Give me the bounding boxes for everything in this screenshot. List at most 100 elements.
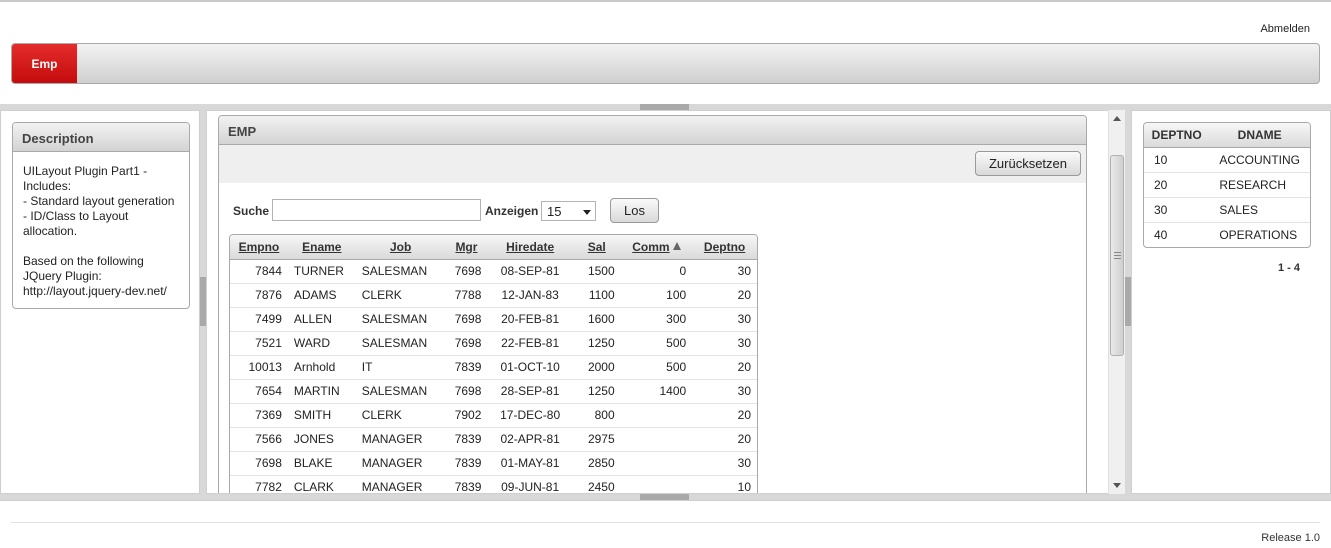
cell-comm: 500 — [620, 355, 693, 380]
cell-job: MANAGER — [355, 427, 446, 452]
cell-sal: 1250 — [572, 379, 621, 404]
cell-job: SALESMAN — [355, 307, 446, 332]
column-header-deptno[interactable]: Deptno — [692, 235, 757, 260]
cell-deptno: 20 — [692, 283, 757, 308]
cell-ename: ALLEN — [287, 307, 356, 332]
column-header-comm-label: Comm — [632, 239, 670, 254]
cell-mgr: 7902 — [445, 403, 488, 428]
cell-dname: ACCOUNTING — [1209, 147, 1310, 173]
cell-ename: Arnhold — [287, 355, 356, 380]
table-row: 7844 TURNER SALESMAN 7698 08-SEP-81 1500 0 30 — [230, 259, 757, 284]
emp-table-container: Empno Ename Job Mgr Hiredate Sal Comm De… — [229, 234, 758, 493]
cell-sal: 2450 — [572, 475, 621, 493]
cell-dname: RESEARCH — [1209, 172, 1310, 198]
column-header-empno[interactable]: Empno — [230, 235, 288, 260]
dept-table-body: 10 ACCOUNTING 20 RESEARCH 30 SALES 40 OPERATION… — [1144, 147, 1310, 247]
cell-job: CLERK — [355, 403, 446, 428]
search-bar: Suche Anzeigen 15 Los — [233, 198, 833, 224]
column-header-dname: DNAME — [1209, 123, 1310, 148]
cell-job: MANAGER — [355, 451, 446, 476]
table-row: 7499 ALLEN SALESMAN 7698 20-FEB-81 1600 300 30 — [230, 307, 757, 332]
cell-empno: 7782 — [230, 475, 288, 493]
cell-deptno: 20 — [692, 427, 757, 452]
center-region: EMP Zurücksetzen Suche Anzeigen 15 Los E… — [206, 110, 1125, 494]
cell-sal: 1250 — [572, 331, 621, 356]
cell-deptno: 20 — [1144, 172, 1210, 198]
tab-bar: Emp — [11, 43, 1320, 84]
column-header-ename[interactable]: Ename — [287, 235, 356, 260]
cell-empno: 7654 — [230, 379, 288, 404]
cell-mgr: 7698 — [445, 331, 488, 356]
emp-region-title: EMP — [219, 116, 1086, 145]
scroll-up-arrow-icon[interactable] — [1113, 116, 1121, 121]
cell-comm: 1400 — [620, 379, 693, 404]
cell-hiredate: 12-JAN-83 — [487, 283, 573, 308]
dept-table-header-row: DEPTNO DNAME — [1144, 123, 1310, 148]
table-row: 40 OPERATIONS — [1144, 222, 1310, 247]
column-header-sal[interactable]: Sal — [572, 235, 621, 260]
cell-hiredate: 20-FEB-81 — [487, 307, 573, 332]
table-row: 30 SALES — [1144, 197, 1310, 223]
cell-mgr: 7839 — [445, 475, 488, 493]
cell-comm: 100 — [620, 283, 693, 308]
cell-mgr: 7698 — [445, 259, 488, 284]
emp-report-region: EMP Zurücksetzen Suche Anzeigen 15 Los E… — [218, 115, 1087, 493]
column-header-hiredate[interactable]: Hiredate — [487, 235, 573, 260]
reset-button[interactable]: Zurücksetzen — [975, 151, 1081, 176]
footer-divider — [11, 522, 1320, 523]
dept-table: DEPTNO DNAME 10 ACCOUNTING 20 RESEARCH 30 SAL… — [1144, 123, 1310, 247]
table-row: 7698 BLAKE MANAGER 7839 01-MAY-81 2850 30 — [230, 451, 757, 476]
logout-link[interactable]: Abmelden — [1260, 23, 1310, 35]
column-header-comm[interactable]: Comm — [620, 235, 693, 260]
footer-region: Release 1.0 — [0, 500, 1331, 548]
cell-empno: 7844 — [230, 259, 288, 284]
cell-sal: 2850 — [572, 451, 621, 476]
cell-deptno: 20 — [692, 355, 757, 380]
cell-mgr: 7698 — [445, 307, 488, 332]
pagination-label: 1 - 4 — [1278, 262, 1301, 274]
cell-mgr: 7839 — [445, 355, 488, 380]
column-header-mgr[interactable]: Mgr — [445, 235, 488, 260]
cell-ename: SMITH — [287, 403, 356, 428]
cell-ename: JONES — [287, 427, 356, 452]
cell-comm: 0 — [620, 259, 693, 284]
cell-ename: TURNER — [287, 259, 356, 284]
cell-deptno: 20 — [692, 403, 757, 428]
cell-empno: 7369 — [230, 403, 288, 428]
cell-hiredate: 01-OCT-10 — [487, 355, 573, 380]
cell-sal: 2975 — [572, 427, 621, 452]
cell-deptno: 30 — [1144, 197, 1210, 223]
dept-table-container: DEPTNO DNAME 10 ACCOUNTING 20 RESEARCH 30 SAL… — [1143, 122, 1311, 248]
cell-mgr: 7698 — [445, 379, 488, 404]
rows-per-page-select[interactable]: 15 — [541, 201, 596, 221]
table-row: 10013 Arnhold IT 7839 01-OCT-10 2000 500 20 — [230, 355, 757, 380]
description-box: Description UILayout Plugin Part1 - Incl… — [12, 122, 190, 309]
cell-mgr: 7788 — [445, 283, 488, 308]
grip-icon — [1114, 252, 1121, 259]
emp-toolbar: Zurücksetzen — [219, 145, 1086, 183]
center-scrollbar[interactable] — [1108, 110, 1125, 494]
cell-comm — [620, 475, 693, 493]
cell-empno: 7876 — [230, 283, 288, 308]
cell-job: SALESMAN — [355, 379, 446, 404]
scrollbar-thumb[interactable] — [1110, 155, 1124, 356]
tab-emp[interactable]: Emp — [12, 44, 77, 83]
table-row: 10 ACCOUNTING — [1144, 147, 1310, 173]
search-input[interactable] — [272, 199, 481, 221]
cell-hiredate: 01-MAY-81 — [487, 451, 573, 476]
emp-table-body: 7844 TURNER SALESMAN 7698 08-SEP-81 1500 0 30 78… — [230, 259, 757, 493]
cell-hiredate: 08-SEP-81 — [487, 259, 573, 284]
cell-mgr: 7839 — [445, 427, 488, 452]
cell-hiredate: 17-DEC-80 — [487, 403, 573, 428]
cell-empno: 7521 — [230, 331, 288, 356]
cell-ename: CLARK — [287, 475, 356, 493]
cell-ename: ADAMS — [287, 283, 356, 308]
scroll-down-arrow-icon[interactable] — [1113, 483, 1121, 488]
east-region: DEPTNO DNAME 10 ACCOUNTING 20 RESEARCH 30 SAL… — [1131, 110, 1331, 494]
cell-sal: 1100 — [572, 283, 621, 308]
column-header-job[interactable]: Job — [355, 235, 446, 260]
cell-comm: 500 — [620, 331, 693, 356]
go-button[interactable]: Los — [610, 198, 659, 223]
cell-dname: OPERATIONS — [1219, 227, 1298, 242]
table-row: 20 RESEARCH — [1144, 172, 1310, 198]
